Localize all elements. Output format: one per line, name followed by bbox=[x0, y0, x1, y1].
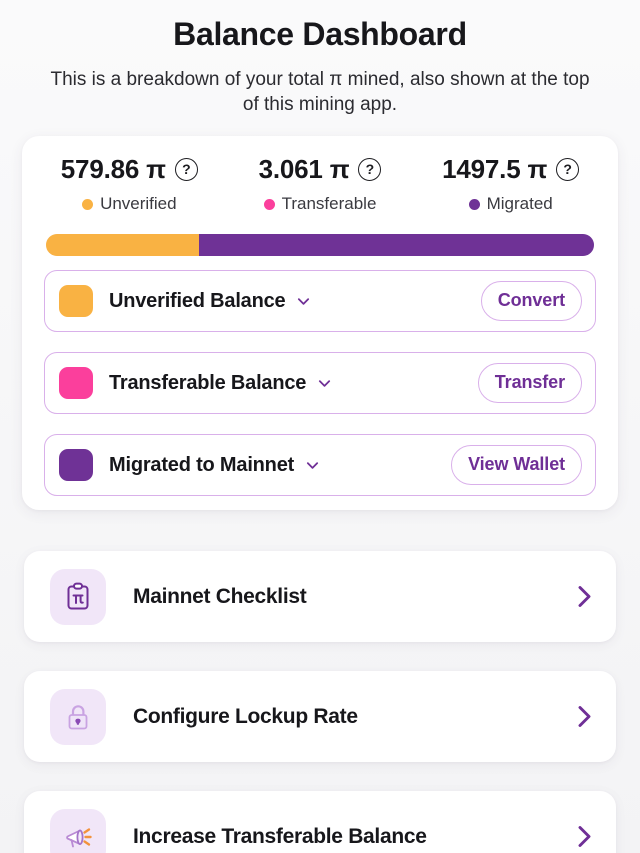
color-swatch-migrated bbox=[59, 449, 93, 481]
stat-unverified-top: 579.86 π ? bbox=[34, 154, 225, 185]
action-card-label: Mainnet Checklist bbox=[133, 584, 307, 608]
padlock-icon bbox=[50, 688, 106, 745]
convert-button[interactable]: Convert bbox=[480, 281, 582, 321]
chevron-down-icon[interactable] bbox=[296, 294, 311, 309]
stat-migrated: 1497.5 π ? Migrated bbox=[415, 154, 606, 214]
action-card-label: Increase Transferable Balance bbox=[133, 824, 427, 848]
action-card-mainnet-checklist[interactable]: Mainnet Checklist bbox=[24, 551, 616, 642]
stat-migrated-top: 1497.5 π ? bbox=[415, 154, 606, 185]
legend-dot-unverified bbox=[82, 198, 94, 210]
progress-segment-migrated bbox=[199, 234, 594, 256]
balance-summary-card: 579.86 π ? Unverified 3.061 π ? Transfer… bbox=[22, 136, 618, 510]
balance-row-label: Migrated to Mainnet bbox=[109, 453, 295, 476]
balance-row-migrated[interactable]: Migrated to Mainnet View Wallet bbox=[44, 434, 596, 496]
legend-dot-transferable bbox=[263, 198, 275, 210]
balance-row-label: Unverified Balance bbox=[109, 289, 286, 312]
stat-unverified: 579.86 π ? Unverified bbox=[34, 154, 225, 214]
stat-transferable: 3.061 π ? Transferable bbox=[225, 154, 416, 214]
megaphone-icon bbox=[50, 808, 106, 853]
balance-row-unverified[interactable]: Unverified Balance Convert bbox=[44, 270, 596, 332]
clipboard-pi-icon bbox=[50, 568, 106, 625]
chevron-down-icon[interactable] bbox=[317, 376, 332, 391]
stat-transferable-label: Transferable bbox=[281, 194, 377, 213]
stat-transferable-value: 3.061 π bbox=[258, 154, 350, 184]
page-title: Balance Dashboard bbox=[173, 16, 467, 52]
transfer-button[interactable]: Transfer bbox=[477, 363, 582, 403]
stat-transferable-top: 3.061 π ? bbox=[225, 154, 416, 185]
legend-dot-migrated bbox=[468, 198, 480, 210]
balance-row-label: Transferable Balance bbox=[109, 371, 307, 394]
stat-unverified-value: 579.86 π bbox=[60, 154, 166, 184]
stat-migrated-legend: Migrated bbox=[415, 194, 606, 214]
balance-stats-row: 579.86 π ? Unverified 3.061 π ? Transfer… bbox=[34, 154, 606, 214]
progress-segment-unverified bbox=[46, 234, 200, 256]
help-icon[interactable]: ? bbox=[358, 158, 382, 181]
balance-row-transferable[interactable]: Transferable Balance Transfer bbox=[44, 352, 596, 414]
action-card-label: Configure Lockup Rate bbox=[133, 704, 358, 728]
page-header: Balance Dashboard This is a breakdown of… bbox=[0, 0, 640, 118]
stat-unverified-label: Unverified bbox=[100, 194, 177, 213]
stat-migrated-value: 1497.5 π bbox=[442, 154, 548, 184]
chevron-right-icon[interactable] bbox=[575, 823, 594, 850]
stat-migrated-label: Migrated bbox=[486, 194, 553, 213]
action-card-configure-lockup-rate[interactable]: Configure Lockup Rate bbox=[24, 671, 616, 762]
color-swatch-unverified bbox=[59, 285, 93, 317]
chevron-right-icon[interactable] bbox=[575, 583, 594, 610]
action-card-increase-transferable-balance[interactable]: Increase Transferable Balance bbox=[24, 791, 616, 853]
stat-transferable-legend: Transferable bbox=[225, 194, 416, 214]
help-icon[interactable]: ? bbox=[174, 158, 198, 181]
balance-progress-bar bbox=[46, 234, 594, 256]
balance-rows: Unverified Balance Convert Transferable … bbox=[34, 270, 606, 496]
stat-unverified-legend: Unverified bbox=[34, 194, 225, 214]
balance-dashboard-screen: Balance Dashboard This is a breakdown of… bbox=[0, 0, 640, 853]
chevron-right-icon[interactable] bbox=[575, 703, 594, 730]
help-icon[interactable]: ? bbox=[556, 158, 580, 181]
color-swatch-transferable bbox=[59, 367, 93, 399]
page-subtitle: This is a breakdown of your total π mine… bbox=[50, 68, 590, 116]
view-wallet-button[interactable]: View Wallet bbox=[451, 445, 582, 485]
chevron-down-icon[interactable] bbox=[305, 458, 320, 473]
